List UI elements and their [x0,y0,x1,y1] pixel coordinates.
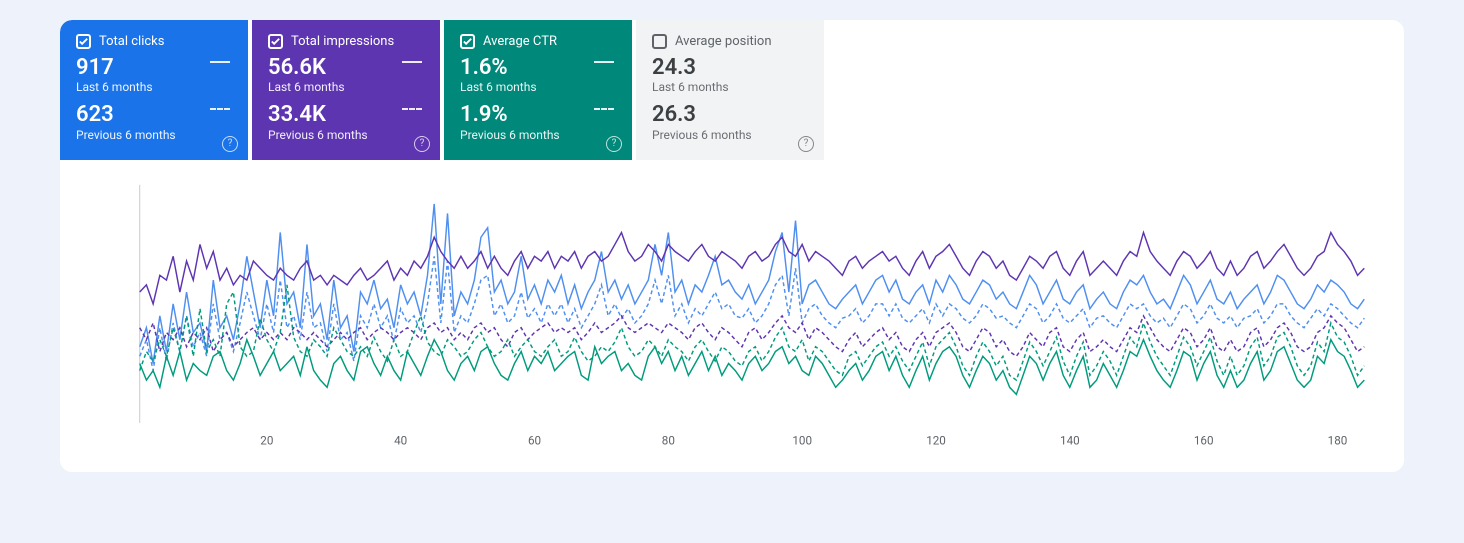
metric-current-label: Last 6 months [76,80,232,94]
performance-panel: Total clicks 917 Last 6 months 623 Previ… [60,20,1404,472]
metric-card-position[interactable]: Average position 24.3 Last 6 months 26.3… [636,20,824,160]
metric-current-label: Last 6 months [268,80,424,94]
metric-current-value: 56.6K [268,55,424,80]
metric-current-value: 1.6% [460,55,616,80]
metric-title: Total clicks [99,34,164,49]
metric-title: Total impressions [291,34,394,49]
help-icon[interactable]: ? [606,136,622,152]
help-icon[interactable]: ? [222,136,238,152]
metric-title: Average position [675,34,772,49]
checkbox-checked-icon [268,34,283,49]
metric-previous-value: 26.3 [652,102,808,127]
metric-previous-value: 623 [76,102,232,127]
metric-previous-label: Previous 6 months [652,128,808,142]
dashed-line-icon [402,108,422,110]
x-tick: 180 [1328,433,1348,447]
solid-line-icon [210,61,230,63]
metric-card-ctr[interactable]: Average CTR 1.6% Last 6 months 1.9% Prev… [444,20,632,160]
dashed-line-icon [594,108,614,110]
metrics-row: Total clicks 917 Last 6 months 623 Previ… [60,20,1404,160]
x-tick: 120 [926,433,946,447]
checkbox-unchecked-icon [652,34,667,49]
help-icon[interactable]: ? [798,136,814,152]
metric-current-label: Last 6 months [652,80,808,94]
metric-previous-label: Previous 6 months [76,128,232,142]
metric-previous-label: Previous 6 months [460,128,616,142]
chart-series-clicks-previous-6-months [140,256,1365,370]
chart-series-ctr-previous-6-months [140,284,1365,379]
metric-title: Average CTR [483,34,557,49]
chart-series-ctr-last-6-months [140,339,1365,394]
metric-current-value: 917 [76,55,232,80]
x-tick: 160 [1194,433,1214,447]
solid-line-icon [594,61,614,63]
metric-card-impressions[interactable]: Total impressions 56.6K Last 6 months 33… [252,20,440,160]
x-tick: 20 [260,433,273,447]
metric-card-clicks[interactable]: Total clicks 917 Last 6 months 623 Previ… [60,20,248,160]
metric-previous-value: 33.4K [268,102,424,127]
performance-chart[interactable]: 20 40 60 80 100 120 140 160 180 [130,180,1374,452]
metric-previous-value: 1.9% [460,102,616,127]
x-tick: 60 [528,433,541,447]
x-tick: 80 [662,433,675,447]
help-icon[interactable]: ? [414,136,430,152]
chart-container: 20 40 60 80 100 120 140 160 180 [60,160,1404,472]
x-tick: 100 [792,433,812,447]
dashed-line-icon [210,108,230,110]
metric-previous-label: Previous 6 months [268,128,424,142]
x-tick: 40 [394,433,407,447]
metric-current-value: 24.3 [652,55,808,80]
x-tick: 140 [1060,433,1080,447]
solid-line-icon [402,61,422,63]
chart-series-clicks-last-6-months [140,204,1365,364]
metric-current-label: Last 6 months [460,80,616,94]
checkbox-checked-icon [76,34,91,49]
checkbox-checked-icon [460,34,475,49]
